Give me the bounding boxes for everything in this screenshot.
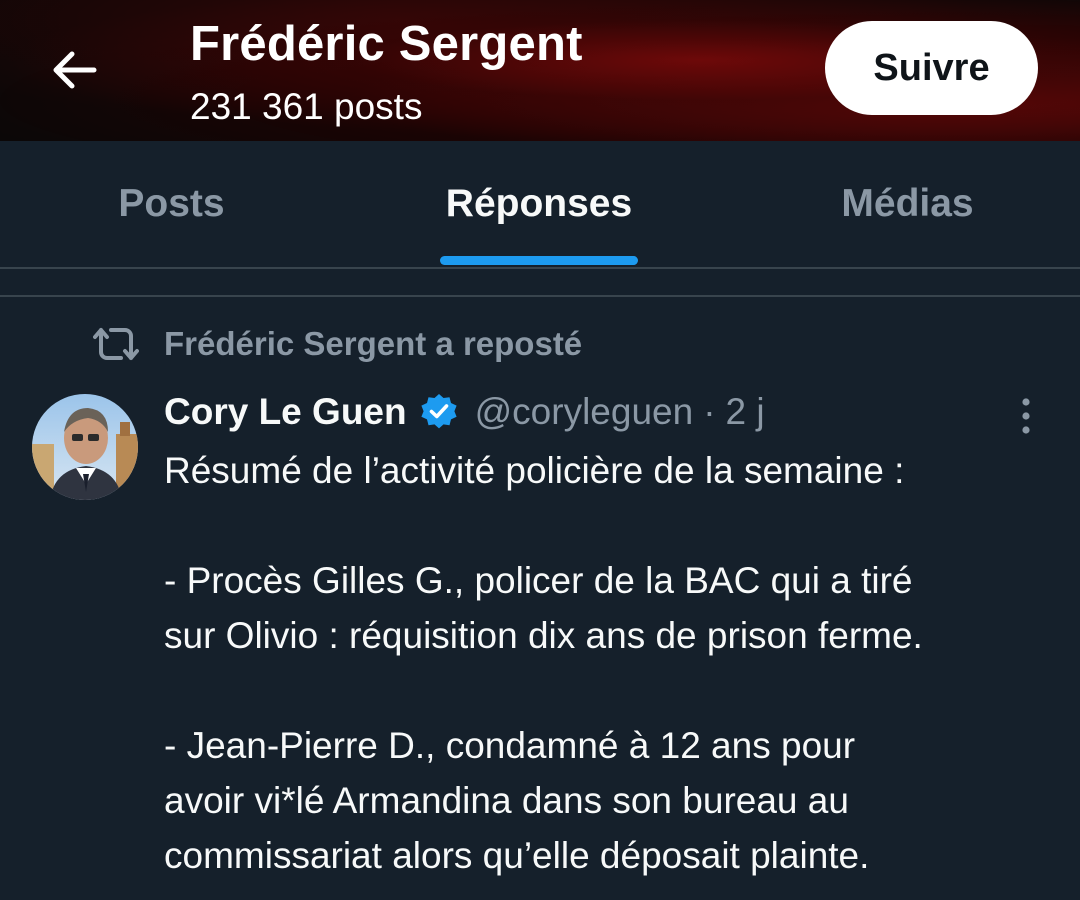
active-tab-indicator	[440, 256, 638, 265]
repost-context: Frédéric Sergent a reposté	[93, 322, 582, 366]
back-arrow-icon[interactable]	[48, 44, 100, 96]
profile-tabs: Posts Réponses Médias	[0, 141, 1080, 269]
repost-label[interactable]: Frédéric Sergent a reposté	[164, 325, 582, 363]
tweet-time[interactable]: 2 j	[726, 391, 765, 433]
author-name[interactable]: Cory Le Guen	[164, 391, 407, 433]
verified-badge-icon	[421, 394, 457, 429]
tweet-line: avoir vi*lé Armandina dans son bureau au	[164, 780, 849, 821]
dot-separator: ·	[703, 391, 716, 432]
avatar[interactable]	[32, 394, 138, 500]
tab-posts[interactable]: Posts	[0, 141, 343, 267]
tweet-line: sur Olivio : réquisition dix ans de pris…	[164, 615, 923, 656]
tweet-text: Résumé de l’activité policière de la sem…	[164, 443, 1064, 883]
divider	[0, 295, 1080, 297]
tweet-line: commissariat alors qu’elle déposait plai…	[164, 835, 870, 876]
post-count: 231 361 posts	[190, 86, 423, 127]
tab-replies[interactable]: Réponses	[343, 141, 735, 267]
profile-title: Frédéric Sergent	[190, 17, 583, 71]
tweet-header: Cory Le Guen @coryleguen · 2 j	[164, 386, 765, 438]
tweet-line: Résumé de l’activité policière de la sem…	[164, 450, 905, 491]
repost-icon	[93, 328, 139, 360]
more-options-icon[interactable]	[1008, 396, 1044, 436]
author-handle[interactable]: @coryleguen	[475, 391, 694, 433]
tab-media[interactable]: Médias	[735, 141, 1080, 267]
tweet-line: - Jean-Pierre D., condamné à 12 ans pour	[164, 725, 856, 766]
profile-header: Frédéric Sergent 231 361 posts Suivre	[0, 0, 1080, 141]
follow-button[interactable]: Suivre	[825, 21, 1038, 115]
tweet-line: - Procès Gilles G., policer de la BAC qu…	[164, 560, 913, 601]
